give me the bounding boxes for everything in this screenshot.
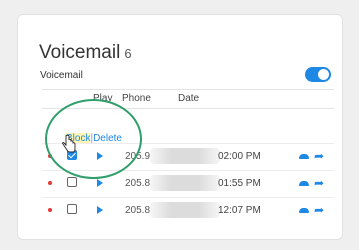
column-header-date[interactable]: Date: [178, 93, 199, 104]
voicemail-count: 6: [124, 46, 132, 61]
unread-dot: [48, 154, 52, 158]
message-time: 02:00 PM: [218, 151, 261, 162]
phone-number: 205.9: [125, 151, 151, 162]
forward-icon[interactable]: ➦: [314, 150, 324, 162]
title-text: Voicemail: [39, 42, 121, 63]
phone-number: 205.8: [125, 205, 151, 216]
save-to-drive-icon[interactable]: [299, 154, 309, 159]
voicemail-setting-label: Voicemail: [40, 70, 83, 81]
column-header-play[interactable]: Play: [93, 93, 112, 104]
message-time: 12:07 PM: [218, 205, 261, 216]
redacted-area: [150, 175, 220, 191]
save-to-drive-icon[interactable]: [299, 208, 309, 213]
voicemail-card: Voicemail 6 Voicemail Play Phone Date Blo…: [17, 14, 343, 240]
toggle-knob: [318, 69, 329, 80]
unread-dot: [48, 208, 52, 212]
divider: [42, 89, 334, 90]
message-time: 01:55 PM: [218, 178, 261, 189]
page-title: Voicemail 6: [39, 42, 132, 64]
row-checkbox[interactable]: [67, 177, 77, 187]
phone-number: 205.8: [125, 178, 151, 189]
divider: [42, 108, 334, 109]
save-to-drive-icon[interactable]: [299, 181, 309, 186]
hand-cursor-icon: [62, 135, 76, 153]
table-row[interactable]: 205.8 01:55 PM ➦: [18, 170, 344, 196]
row-checkbox[interactable]: [67, 204, 77, 214]
voicemail-toggle[interactable]: [305, 67, 331, 82]
play-icon[interactable]: [97, 152, 103, 160]
column-header-phone[interactable]: Phone: [122, 93, 151, 104]
table-row[interactable]: 205.8 12:07 PM ➦: [18, 197, 344, 223]
forward-icon[interactable]: ➦: [314, 177, 324, 189]
unread-dot: [48, 181, 52, 185]
play-icon[interactable]: [97, 206, 103, 214]
redacted-area: [150, 148, 220, 164]
forward-icon[interactable]: ➦: [314, 204, 324, 216]
redacted-area: [150, 202, 220, 218]
play-icon[interactable]: [97, 179, 103, 187]
